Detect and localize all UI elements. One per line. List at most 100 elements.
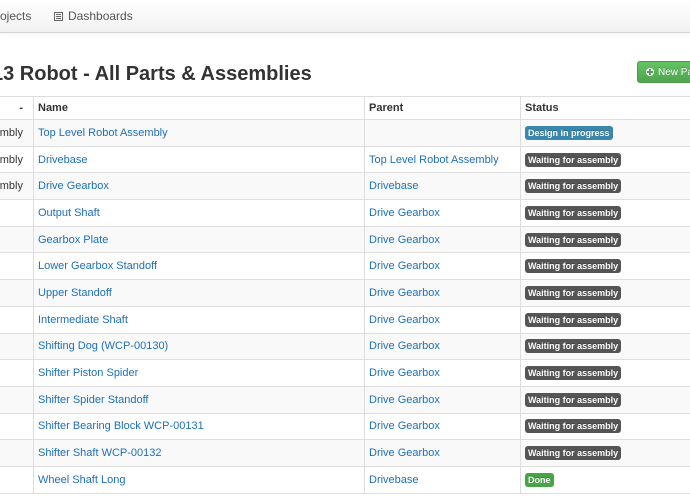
parent-link[interactable]: Drivebase <box>369 474 419 486</box>
status-badge: Waiting for assembly <box>525 179 622 194</box>
row-type-cell <box>0 199 34 227</box>
list-icon <box>54 12 63 21</box>
row-parent-cell <box>364 119 521 147</box>
table-row: Upper Standoff Drive Gearbox Waiting for a… <box>0 279 690 307</box>
table-row: mbly Drive Gearbox Drivebase Waiting for as… <box>0 172 690 201</box>
parent-link[interactable]: Drive Gearbox <box>369 340 440 352</box>
part-name-link[interactable]: Wheel Shaft Long <box>38 474 125 486</box>
parts-table: - Name Parent Status mbly Top Level Robot… <box>0 96 690 494</box>
row-name-cell: Shifter Bearing Block WCP-00131 <box>33 412 365 441</box>
row-name-cell: Top Level Robot Assembly <box>33 119 365 147</box>
nav-dashboards[interactable]: Dashboards <box>54 0 133 32</box>
table-row: Lower Gearbox Standoff Drive Gearbox Waiti… <box>0 252 690 281</box>
parent-link[interactable]: Drive Gearbox <box>369 207 440 219</box>
row-type-cell: mbly <box>0 119 34 147</box>
row-parent-cell: Drive Gearbox <box>364 199 521 227</box>
table-row: Output Shaft Drive Gearbox Waiting for ass… <box>0 199 690 227</box>
status-badge: Waiting for assembly <box>525 285 622 300</box>
parent-link[interactable]: Drive Gearbox <box>369 447 440 459</box>
column-header-name[interactable]: Name <box>33 96 365 120</box>
row-status-cell: Waiting for assembly <box>520 199 690 227</box>
row-status-cell: Done <box>520 465 690 494</box>
row-name-cell: Shifter Spider Standoff <box>33 385 365 414</box>
page-title: 13 Robot - All Parts & Assemblies <box>0 63 312 85</box>
part-name-link[interactable]: Lower Gearbox Standoff <box>38 260 157 272</box>
parent-link[interactable]: Drive Gearbox <box>369 367 440 379</box>
status-badge: Waiting for assembly <box>525 312 622 327</box>
new-part-button[interactable]: New Pa <box>637 61 690 83</box>
part-name-link[interactable]: Intermediate Shaft <box>38 314 128 326</box>
row-type-cell <box>0 412 34 441</box>
part-name-link[interactable]: Output Shaft <box>38 207 100 219</box>
row-parent-cell: Drivebase <box>364 172 521 201</box>
part-name-link[interactable]: Top Level Robot Assembly <box>38 127 168 139</box>
row-type-cell <box>0 305 34 334</box>
nav-projects[interactable]: ojects <box>0 0 31 32</box>
row-status-cell: Waiting for assembly <box>520 252 690 281</box>
table-header-row: - Name Parent Status <box>0 96 690 120</box>
status-badge: Waiting for assembly <box>525 339 622 354</box>
status-badge: Waiting for assembly <box>525 446 622 461</box>
row-parent-cell: Drive Gearbox <box>364 279 521 307</box>
row-status-cell: Waiting for assembly <box>520 225 690 254</box>
row-name-cell: Drive Gearbox <box>33 172 365 201</box>
row-parent-cell: Drive Gearbox <box>364 385 521 414</box>
part-name-link[interactable]: Gearbox Plate <box>38 234 108 246</box>
row-parent-cell: Drive Gearbox <box>364 305 521 334</box>
row-parent-cell: Drivebase <box>364 465 521 494</box>
row-parent-cell: Drive Gearbox <box>364 412 521 441</box>
column-header-status[interactable]: Status <box>520 96 690 120</box>
part-name-link[interactable]: Shifter Bearing Block WCP-00131 <box>38 420 204 432</box>
column-header-type[interactable]: - <box>0 96 34 120</box>
table-row: Gearbox Plate Drive Gearbox Waiting for as… <box>0 225 690 254</box>
part-name-link[interactable]: Shifter Spider Standoff <box>38 394 148 406</box>
parent-link[interactable]: Drive Gearbox <box>369 314 440 326</box>
row-status-cell: Waiting for assembly <box>520 305 690 334</box>
parent-link[interactable]: Drive Gearbox <box>369 394 440 406</box>
parent-link[interactable]: Drivebase <box>369 180 419 192</box>
row-status-cell: Design in progress <box>520 119 690 147</box>
parent-link[interactable]: Drive Gearbox <box>369 420 440 432</box>
row-type-cell <box>0 359 34 387</box>
row-type-cell <box>0 332 34 361</box>
row-status-cell: Waiting for assembly <box>520 332 690 361</box>
row-type-cell <box>0 279 34 307</box>
table-row: mbly Drivebase Top Level Robot Assembly Wai… <box>0 145 690 174</box>
part-name-link[interactable]: Shifter Piston Spider <box>38 367 138 379</box>
top-navbar: ojects Dashboards <box>0 0 690 33</box>
row-name-cell: Shifter Shaft WCP-00132 <box>33 439 365 467</box>
status-badge: Waiting for assembly <box>525 205 622 220</box>
row-name-cell: Shifter Piston Spider <box>33 359 365 387</box>
row-name-cell: Intermediate Shaft <box>33 305 365 334</box>
column-header-parent[interactable]: Parent <box>364 96 521 120</box>
nav-projects-label: ojects <box>0 9 32 23</box>
status-badge: Waiting for assembly <box>525 232 622 247</box>
parent-link[interactable]: Top Level Robot Assembly <box>369 154 499 166</box>
status-badge: Design in progress <box>525 125 613 140</box>
table-row: Shifter Bearing Block WCP-00131 Drive Gea… <box>0 412 690 441</box>
parent-link[interactable]: Drive Gearbox <box>369 287 440 299</box>
table-row: Shifter Piston Spider Drive Gearbox Waitin… <box>0 359 690 387</box>
table-row: Shifter Spider Standoff Drive Gearbox Wait… <box>0 385 690 414</box>
table-row: Wheel Shaft Long Drivebase Done <box>0 465 690 494</box>
parent-link[interactable]: Drive Gearbox <box>369 234 440 246</box>
row-type-cell <box>0 465 34 494</box>
row-status-cell: Waiting for assembly <box>520 412 690 441</box>
part-name-link[interactable]: Shifting Dog (WCP-00130) <box>38 340 168 352</box>
part-name-link[interactable]: Shifter Shaft WCP-00132 <box>38 447 162 459</box>
row-parent-cell: Drive Gearbox <box>364 439 521 467</box>
part-name-link[interactable]: Drivebase <box>38 154 88 166</box>
part-name-link[interactable]: Drive Gearbox <box>38 180 109 192</box>
parent-link[interactable]: Drive Gearbox <box>369 260 440 272</box>
status-badge: Waiting for assembly <box>525 152 622 167</box>
row-parent-cell: Drive Gearbox <box>364 252 521 281</box>
table-row: mbly Top Level Robot Assembly Design in pr… <box>0 119 690 147</box>
row-name-cell: Lower Gearbox Standoff <box>33 252 365 281</box>
row-name-cell: Wheel Shaft Long <box>33 465 365 494</box>
part-name-link[interactable]: Upper Standoff <box>38 287 112 299</box>
row-type-cell <box>0 252 34 281</box>
row-status-cell: Waiting for assembly <box>520 385 690 414</box>
row-status-cell: Waiting for assembly <box>520 359 690 387</box>
row-status-cell: Waiting for assembly <box>520 279 690 307</box>
row-name-cell: Gearbox Plate <box>33 225 365 254</box>
